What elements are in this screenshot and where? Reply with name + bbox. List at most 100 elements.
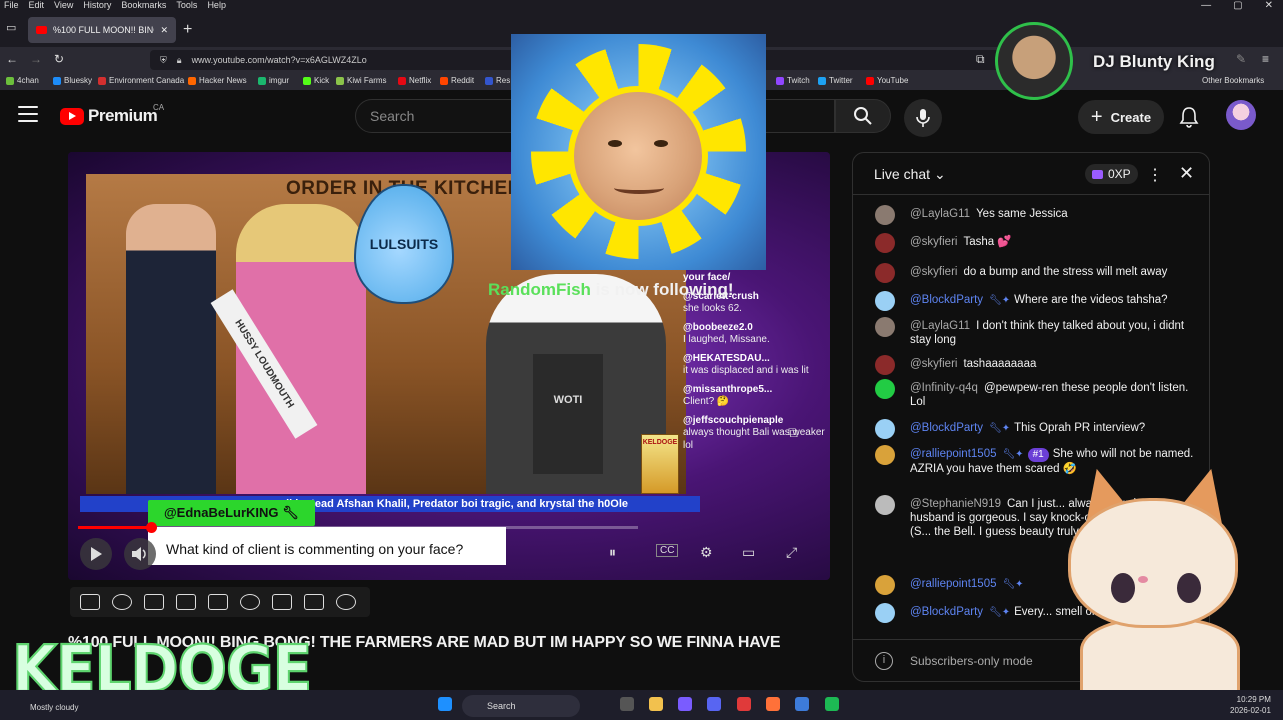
chat-message[interactable]: @skyfieri do a bump and the stress will m… bbox=[875, 263, 1195, 283]
bookmark-item[interactable]: 4chan bbox=[6, 76, 39, 85]
chat-message[interactable]: @BlockdParty 🔧︎✦ Where are the videos tahs… bbox=[875, 291, 1195, 311]
chat-author[interactable]: @BlockdParty bbox=[910, 294, 983, 306]
other-bookmarks[interactable]: Other Bookmarks bbox=[1202, 76, 1264, 85]
chat-message[interactable]: @BlockdParty 🔧︎✦ This Oprah PR interview? bbox=[875, 419, 1195, 439]
progress-handle[interactable] bbox=[145, 522, 157, 533]
chat-author[interactable]: @LaylaG11 bbox=[910, 208, 970, 220]
account-avatar[interactable] bbox=[1226, 100, 1256, 130]
shield-icon[interactable]: ⛨ bbox=[160, 55, 167, 66]
gear-icon[interactable] bbox=[336, 594, 356, 610]
search-button[interactable] bbox=[835, 99, 891, 133]
add-clip-icon[interactable] bbox=[272, 594, 292, 610]
chat-avatar[interactable] bbox=[875, 317, 895, 337]
chat-author[interactable]: @ralliepoint1505 bbox=[910, 578, 996, 590]
menu-file[interactable]: File bbox=[4, 0, 19, 11]
chat-message[interactable]: @skyfieri Tasha 💕 bbox=[875, 233, 1195, 253]
chat-avatar[interactable] bbox=[875, 205, 895, 225]
tab-close-icon[interactable]: ✕ bbox=[160, 25, 168, 36]
back-icon[interactable]: ← bbox=[6, 52, 18, 66]
app2-icon[interactable] bbox=[795, 697, 809, 711]
bookmark-item[interactable]: Twitch bbox=[776, 76, 810, 85]
lock-icon[interactable]: 🔒︎ bbox=[177, 55, 182, 66]
chat-author[interactable]: @BlockdParty bbox=[910, 606, 983, 618]
chat-message[interactable]: @Infinity-q4q @pewpew-ren these people do… bbox=[875, 379, 1195, 409]
chat-author[interactable]: @skyfieri bbox=[910, 358, 957, 370]
chat-avatar[interactable] bbox=[875, 291, 895, 311]
bookmark-item[interactable]: Reddit bbox=[440, 76, 474, 85]
picture-icon[interactable] bbox=[208, 594, 228, 610]
info-icon[interactable]: i bbox=[875, 652, 893, 670]
play-button[interactable] bbox=[80, 538, 112, 570]
close-window-icon[interactable]: ✕ bbox=[1265, 0, 1273, 11]
mute-button[interactable] bbox=[124, 538, 156, 570]
chat-author[interactable]: @LaylaG11 bbox=[910, 320, 970, 332]
app-icon[interactable] bbox=[737, 697, 751, 711]
taskbar-search[interactable]: Search bbox=[462, 695, 580, 717]
bookmark-item[interactable]: Netflix bbox=[398, 76, 431, 85]
obs-icon[interactable] bbox=[825, 697, 839, 711]
weather-text[interactable]: Mostly cloudy bbox=[30, 703, 78, 712]
bookmark-item[interactable]: imgur bbox=[258, 76, 289, 85]
tab-youtube[interactable]: %100 FULL MOON!! BING B ✕ bbox=[28, 17, 176, 43]
menu-tools[interactable]: Tools bbox=[176, 0, 197, 11]
captions-icon[interactable]: CC bbox=[656, 544, 679, 557]
chat-avatar[interactable] bbox=[875, 419, 895, 439]
live-chat-title[interactable]: Live chat ⌄ bbox=[874, 166, 946, 183]
bookmark-item[interactable]: Kiwi Farms bbox=[336, 76, 387, 85]
loop-icon[interactable] bbox=[80, 594, 100, 610]
menu-bookmarks[interactable]: Bookmarks bbox=[121, 0, 166, 11]
screenshot-icon[interactable] bbox=[304, 594, 324, 610]
firefox-icon[interactable] bbox=[766, 697, 780, 711]
settings-icon[interactable]: ⚙ bbox=[700, 544, 713, 561]
xp-badge[interactable]: 0XP bbox=[1085, 164, 1138, 184]
speed-icon[interactable] bbox=[240, 594, 260, 610]
chat-author[interactable]: @skyfieri bbox=[910, 236, 957, 248]
chat-avatar[interactable] bbox=[875, 603, 895, 623]
pause-icon[interactable]: ⏸ bbox=[609, 544, 616, 561]
new-tab-button[interactable]: + bbox=[183, 21, 192, 39]
chat-author[interactable]: @BlockdParty bbox=[910, 422, 983, 434]
task-view-icon[interactable] bbox=[620, 697, 634, 711]
more-options-icon[interactable]: ⋮ bbox=[1147, 165, 1163, 185]
menu-history[interactable]: History bbox=[83, 0, 111, 11]
close-chat-icon[interactable]: ✕ bbox=[1179, 163, 1194, 184]
start-icon[interactable] bbox=[438, 697, 452, 711]
bookmark-item[interactable]: YouTube bbox=[866, 76, 908, 85]
tab-list-icon[interactable]: ▭ bbox=[6, 21, 16, 34]
bookmark-item[interactable]: Hacker News bbox=[188, 76, 247, 85]
screen-record-icon[interactable] bbox=[144, 594, 164, 610]
menu-help[interactable]: Help bbox=[207, 0, 226, 11]
minimize-icon[interactable]: — bbox=[1201, 0, 1211, 11]
youtube-logo[interactable]: Premium bbox=[60, 106, 158, 126]
maximize-icon[interactable]: ▢ bbox=[1233, 0, 1242, 11]
extension-icon[interactable]: ✎ bbox=[1236, 52, 1246, 66]
fullscreen-icon[interactable]: ⤢ bbox=[786, 544, 797, 561]
chat-message[interactable]: @LaylaG11 Yes same Jessica bbox=[875, 205, 1195, 225]
app-menu-icon[interactable]: ≡ bbox=[1262, 52, 1269, 66]
chat-avatar[interactable] bbox=[875, 495, 895, 515]
bookmark-item[interactable]: Bluesky bbox=[53, 76, 92, 85]
chat-avatar[interactable] bbox=[875, 355, 895, 375]
taskbar-clock[interactable]: 10:29 PM 2026-02-01 bbox=[1230, 694, 1271, 716]
miniplayer-icon[interactable]: ▭ bbox=[742, 544, 755, 561]
file-explorer-icon[interactable] bbox=[649, 697, 663, 711]
forward-icon[interactable]: → bbox=[30, 52, 42, 66]
chat-avatar[interactable] bbox=[875, 263, 895, 283]
chat-message[interactable]: @skyfieri tashaaaaaaaa bbox=[875, 355, 1195, 375]
chat-avatar[interactable] bbox=[875, 233, 895, 253]
create-button[interactable]: + Create bbox=[1078, 100, 1164, 134]
chat-author[interactable]: @ralliepoint1505 bbox=[910, 448, 996, 460]
chat-author[interactable]: @skyfieri bbox=[910, 266, 957, 278]
film-icon[interactable] bbox=[176, 594, 196, 610]
chat-avatar[interactable] bbox=[875, 575, 895, 595]
progress-bar[interactable] bbox=[78, 522, 638, 533]
menu-view[interactable]: View bbox=[54, 0, 73, 11]
menu-edit[interactable]: Edit bbox=[29, 0, 45, 11]
chat-popout-icon[interactable]: ⧉ bbox=[788, 424, 798, 441]
bookmark-item[interactable]: Twitter bbox=[818, 76, 853, 85]
bookmark-item[interactable]: Kick bbox=[303, 76, 329, 85]
picture-in-picture-icon[interactable]: ⧉ bbox=[976, 52, 985, 67]
chat-author[interactable]: @StephanieN919 bbox=[910, 498, 1001, 510]
chat-author[interactable]: @Infinity-q4q bbox=[910, 382, 978, 394]
copilot-icon[interactable] bbox=[678, 697, 692, 711]
